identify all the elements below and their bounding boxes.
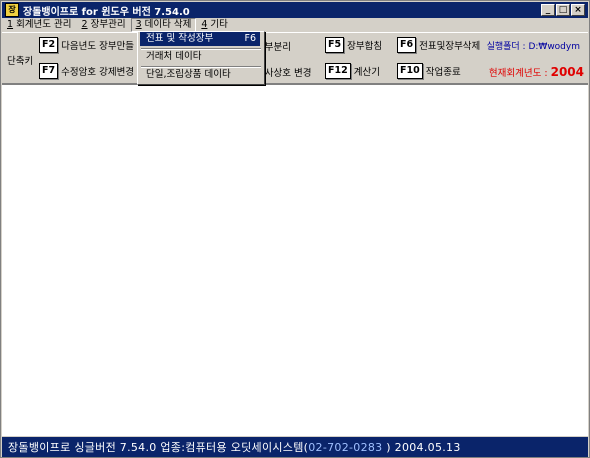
workspace-area[interactable]: [2, 84, 588, 436]
f5-key: F5: [325, 37, 345, 53]
shortcut-label-text: 계산기: [353, 67, 380, 78]
support-phone: 02-702-0283: [308, 441, 383, 454]
exit-shortcut[interactable]: F10 작업종료: [397, 63, 461, 79]
shortcut-label-text: 작업종료: [425, 67, 461, 78]
f2-key: F2: [39, 37, 59, 53]
menu-ledger[interactable]: 2 장부관리: [77, 18, 131, 32]
f12-key: F12: [325, 63, 351, 79]
maximize-button[interactable]: □: [556, 4, 570, 16]
accelerator-f6: F6: [244, 33, 256, 44]
dropdown-item-voucher-ledger[interactable]: 전표 및 작성장부 F6: [140, 32, 260, 46]
delete-voucher-ledger-shortcut[interactable]: F6 전표및장부삭제: [397, 37, 480, 53]
fiscal-year-value: 2004: [550, 65, 584, 79]
shortcut-label-text: 장부합침: [347, 41, 383, 52]
calculator-shortcut[interactable]: F12 계산기: [325, 63, 380, 79]
status-bar: 장돌뱅이프로 싱글버전 7.54.0 업종:컴퓨터용 오딧세이시스템(02-70…: [2, 437, 588, 457]
next-year-ledger-shortcut[interactable]: F2 다음년도 장부만들: [39, 37, 134, 53]
shortcut-label-text: 수정암호 강제변경: [61, 67, 135, 78]
main-window: 장 장돌뱅이프로 for 윈도우 버전 7.54.0 _ □ × 1 회계년도 …: [0, 0, 590, 458]
menu-delete-data[interactable]: 3 데이타 삭제: [130, 18, 197, 32]
menu-bar: 1 회계년도 관리 2 장부관리 3 데이타 삭제 4 기타: [2, 18, 588, 32]
f7-key: F7: [39, 63, 59, 79]
f6-key: F6: [397, 37, 417, 53]
force-password-change-shortcut[interactable]: F7 수정암호 강제변경: [39, 63, 134, 79]
shortcut-label: 단축키: [7, 56, 34, 67]
delete-data-dropdown: 전표 및 작성장부 F6 거래처 데이타 단일,조립상품 데이타: [137, 31, 265, 85]
dropdown-item-product-data[interactable]: 단일,조립상품 데이타: [140, 68, 260, 82]
dropdown-item-customer-data[interactable]: 거래처 데이타: [140, 50, 260, 64]
status-text: 장돌뱅이프로 싱글버전 7.54.0 업종:컴퓨터용 오딧세이시스템(02-70…: [8, 441, 461, 454]
shortcut-label-text: 다음년도 장부만들: [61, 41, 135, 52]
window-controls: _ □ ×: [541, 4, 585, 16]
window-title: 장돌뱅이프로 for 윈도우 버전 7.54.0: [23, 6, 190, 18]
title-bar[interactable]: 장 장돌뱅이프로 for 윈도우 버전 7.54.0 _ □ ×: [2, 2, 588, 18]
app-icon[interactable]: 장: [5, 3, 19, 17]
close-button[interactable]: ×: [571, 4, 585, 16]
run-folder-label: 실행폴더 : D:₩wodym: [486, 42, 580, 52]
f10-key: F10: [397, 63, 423, 79]
minimize-button[interactable]: _: [541, 4, 555, 16]
menu-fiscal-year[interactable]: 1 회계년도 관리: [2, 18, 77, 32]
shortcut-toolbar: 단축키 F2 다음년도 장부만들 F7 수정암호 강제변경 장부분리 회사상호 …: [2, 32, 588, 84]
menu-etc[interactable]: 4 기타: [196, 18, 233, 32]
ledger-merge-shortcut[interactable]: F5 장부합침: [325, 37, 382, 53]
shortcut-label-text: 전표및장부삭제: [419, 41, 481, 52]
current-fiscal-year: 현재회계년도 : 2004: [488, 65, 584, 79]
